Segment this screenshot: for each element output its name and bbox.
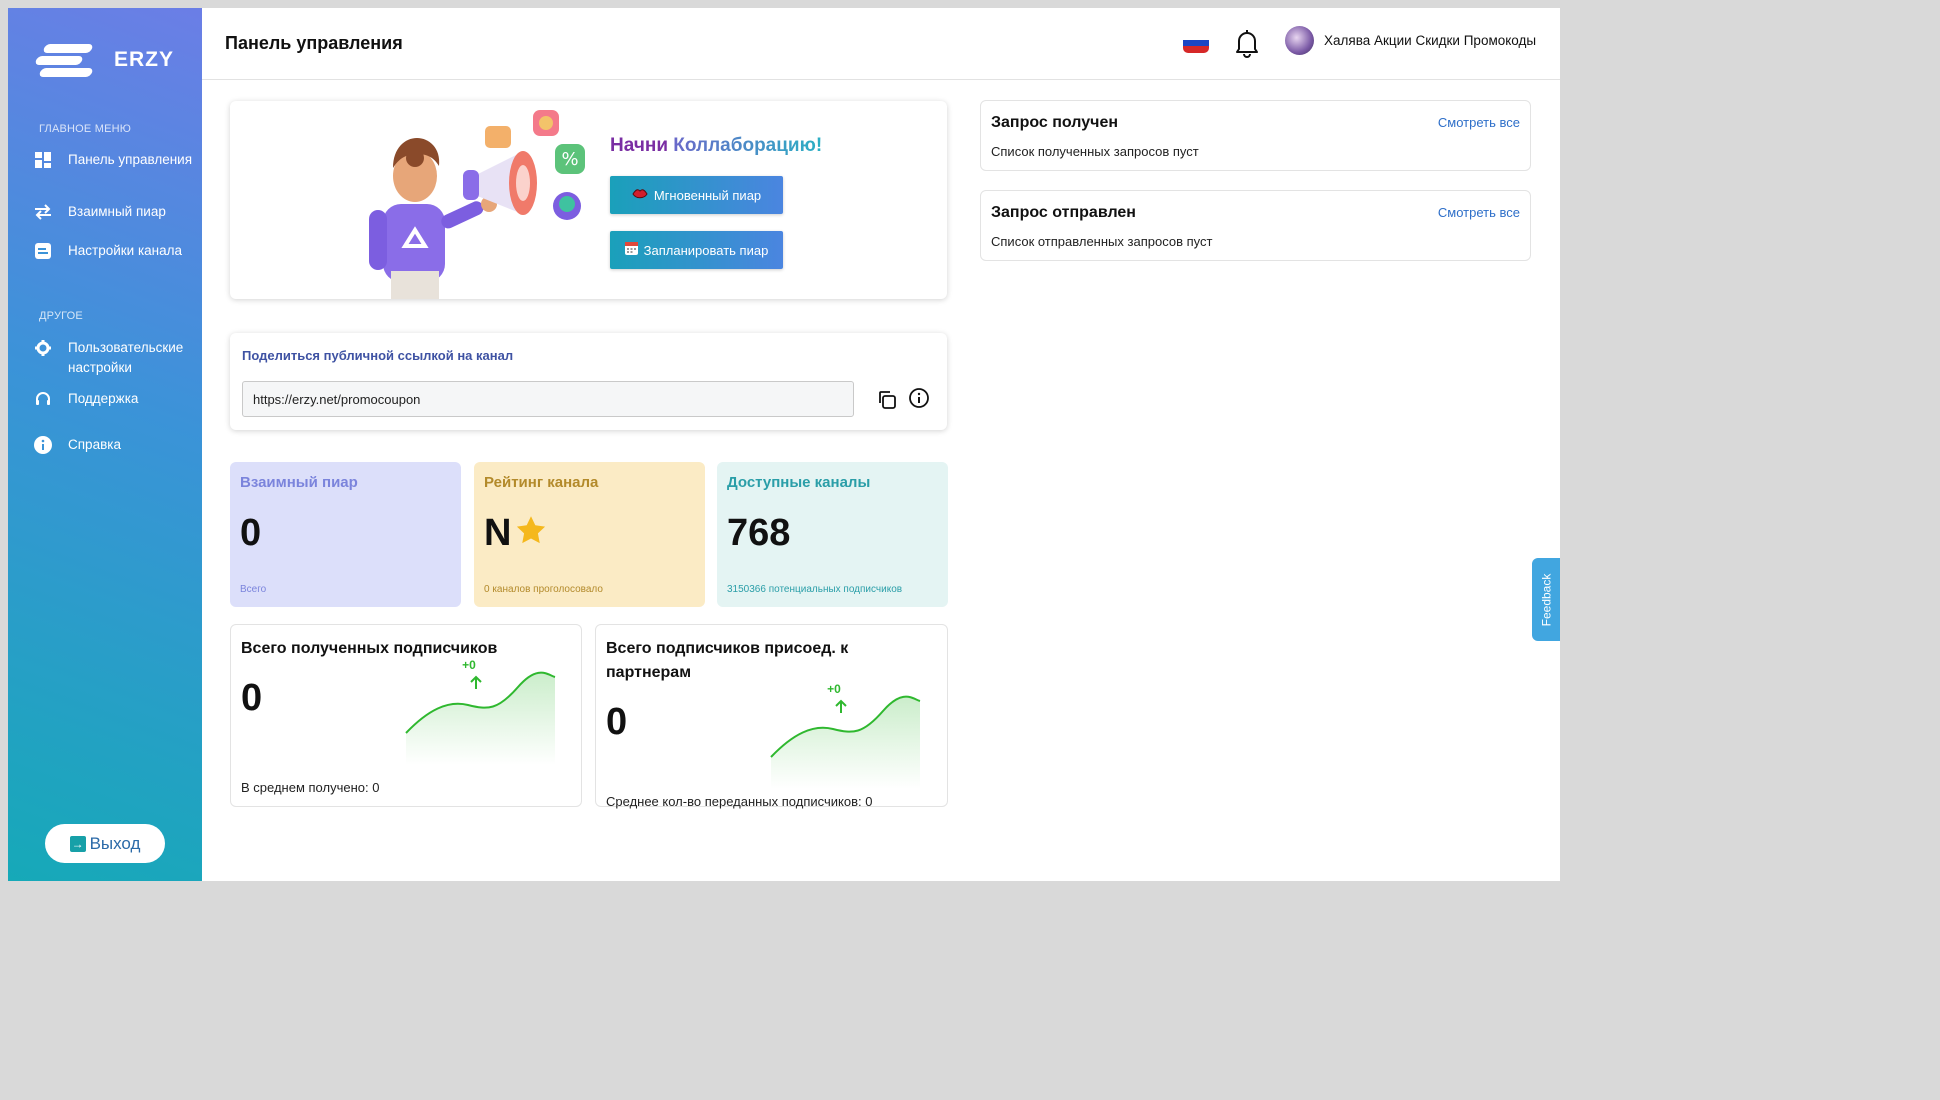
view-all-received-link[interactable]: Смотреть все xyxy=(1438,115,1520,130)
sidebar-item-label: Поддержка xyxy=(68,391,139,406)
sidebar-item-label: Взаимный пиар xyxy=(68,204,166,219)
sidebar-item-mutual-pr[interactable]: Взаимный пиар xyxy=(34,202,194,222)
card-title: Всего подписчиков присоед. к партнерам xyxy=(606,640,849,681)
feedback-label: Feedback xyxy=(1539,573,1554,626)
hero-title: Начни Коллаборацию! xyxy=(610,135,822,157)
stat-value: N xyxy=(484,512,547,555)
logo-mark-icon xyxy=(34,42,94,78)
stat-label: Доступные каналы xyxy=(727,474,871,491)
headset-icon xyxy=(34,390,52,408)
stat-card-rating: Рейтинг канала N 0 каналов проголосовало xyxy=(474,462,705,607)
channel-settings-icon xyxy=(34,242,52,260)
received-subscribers-card: Всего полученных подписчиков 0 +0 В сред… xyxy=(230,624,582,807)
received-delta: +0 xyxy=(462,658,476,672)
received-sparkline: +0 xyxy=(405,658,556,765)
logo[interactable]: ERZY xyxy=(34,42,175,78)
russian-flag-icon[interactable] xyxy=(1183,33,1209,53)
sidebar-item-user-settings[interactable]: Пользовательские настройки xyxy=(34,338,194,378)
joined-value: 0 xyxy=(606,701,628,743)
stat-label: Взаимный пиар xyxy=(240,474,358,491)
page-title: Панель управления xyxy=(225,33,403,53)
request-sent-empty: Список отправленных запросов пуст xyxy=(991,234,1213,249)
sidebar-item-label: Пользовательские настройки xyxy=(68,340,184,375)
received-foot: В среднем получено: 0 xyxy=(241,780,380,795)
collaboration-card: % Начни Коллаборацию! Мгновенный пиар За… xyxy=(230,101,947,299)
joined-sparkline: +0 xyxy=(770,682,921,789)
request-sent-card: Запрос отправлен Смотреть все Список отп… xyxy=(980,190,1531,261)
stat-sub: 3150366 потенциальных подписчиков xyxy=(727,584,903,595)
star-icon xyxy=(515,512,547,555)
brand-name: ERZY xyxy=(114,48,175,71)
feedback-tab[interactable]: Feedback xyxy=(1532,558,1560,641)
stat-value-text: N xyxy=(484,512,512,554)
avatar xyxy=(1285,26,1314,55)
app-window: ERZY ГЛАВНОЕ МЕНЮ Панель управления Взаи… xyxy=(8,8,1560,881)
sidebar-item-label: Настройки канала xyxy=(68,243,183,258)
stat-sub: Всего xyxy=(240,584,267,595)
request-received-card: Запрос получен Смотреть все Список получ… xyxy=(980,100,1531,171)
hero-title-part2: Коллаборацию! xyxy=(673,135,823,156)
instant-pr-button[interactable]: Мгновенный пиар xyxy=(610,176,783,214)
logout-icon: → xyxy=(69,835,86,852)
svg-text:%: % xyxy=(561,149,578,170)
logout-button[interactable]: → Выход xyxy=(45,824,165,863)
request-received-title: Запрос получен xyxy=(991,114,1119,131)
view-all-sent-link[interactable]: Смотреть все xyxy=(1438,205,1520,220)
stat-value: 768 xyxy=(727,512,790,555)
other-heading: ДРУГОЕ xyxy=(39,310,83,322)
received-value: 0 xyxy=(241,677,263,719)
sidebar-item-channel-settings[interactable]: Настройки канала xyxy=(34,241,194,261)
main-menu-heading: ГЛАВНОЕ МЕНЮ xyxy=(39,123,132,135)
sidebar-item-label: Справка xyxy=(68,437,121,452)
schedule-pr-button[interactable]: Запланировать пиар xyxy=(610,231,783,269)
logout-label: Выход xyxy=(89,833,141,853)
joined-delta: +0 xyxy=(827,682,841,696)
arrow-up-icon xyxy=(470,675,482,689)
share-title: Поделиться публичной ссылкой на канал xyxy=(242,348,514,363)
share-link-card: Поделиться публичной ссылкой на канал xyxy=(230,333,947,430)
sidebar: ERZY ГЛАВНОЕ МЕНЮ Панель управления Взаи… xyxy=(8,8,202,881)
user-menu[interactable]: Халява Акции Скидки Промокоды xyxy=(1285,26,1536,55)
instant-pr-label: Мгновенный пиар xyxy=(653,187,762,203)
stat-value-text: 768 xyxy=(727,512,791,554)
sidebar-item-label: Панель управления xyxy=(68,152,193,167)
user-name: Халява Акции Скидки Промокоды xyxy=(1324,33,1537,48)
info-icon xyxy=(34,436,52,454)
stat-value: 0 xyxy=(240,512,261,555)
bell-icon[interactable] xyxy=(1234,28,1260,58)
joined-subscribers-card: Всего подписчиков присоед. к партнерам 0… xyxy=(595,624,948,809)
sidebar-item-support[interactable]: Поддержка xyxy=(34,389,194,409)
stat-card-mutual-pr: Взаимный пиар 0 Всего xyxy=(230,462,461,607)
sidebar-item-help[interactable]: Справка xyxy=(34,435,194,455)
copy-icon[interactable] xyxy=(876,389,898,411)
schedule-pr-label: Запланировать пиар xyxy=(643,242,769,258)
sidebar-item-dashboard[interactable]: Панель управления xyxy=(34,150,194,170)
topbar: Панель управления Халява Акции Скидки Пр… xyxy=(202,8,1560,80)
lips-icon xyxy=(632,188,648,203)
arrow-up-icon xyxy=(835,699,847,713)
dashboard-icon xyxy=(34,151,52,169)
calendar-icon xyxy=(624,242,638,258)
swap-arrows-icon xyxy=(34,203,52,221)
share-url-input[interactable] xyxy=(242,381,854,417)
collaboration-illustration: % xyxy=(369,110,585,299)
info-circle-icon[interactable] xyxy=(908,387,930,409)
request-received-empty: Список полученных запросов пуст xyxy=(991,144,1199,159)
request-sent-title: Запрос отправлен xyxy=(991,204,1136,221)
stat-label: Рейтинг канала xyxy=(484,474,599,491)
joined-foot: Среднее кол-во переданных подписчиков: 0 xyxy=(606,794,873,809)
stat-sub: 0 каналов проголосовало xyxy=(484,584,603,595)
stat-card-available-channels: Доступные каналы 768 3150366 потенциальн… xyxy=(717,462,948,607)
hero-title-part1: Начни xyxy=(610,135,669,156)
stat-value-text: 0 xyxy=(240,512,262,554)
gear-icon xyxy=(34,339,52,357)
